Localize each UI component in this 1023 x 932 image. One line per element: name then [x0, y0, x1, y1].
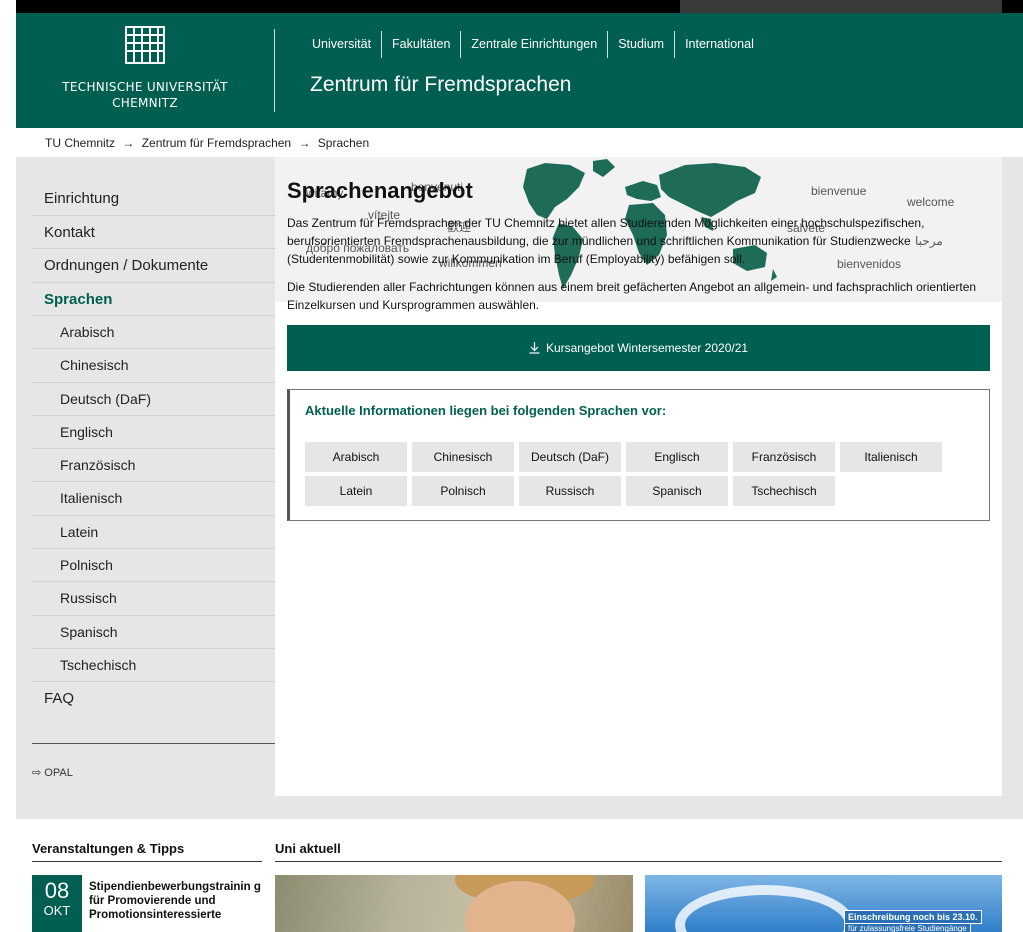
language-button-latein[interactable]: Latein: [305, 476, 407, 506]
sidebar-item-kontakt[interactable]: Kontakt: [32, 216, 275, 249]
breadcrumb-tu-chemnitz[interactable]: TU Chemnitz: [45, 136, 115, 150]
sidebar-divider: [32, 743, 275, 744]
language-button-russisch[interactable]: Russisch: [519, 476, 621, 506]
language-grid: Arabisch Chinesisch Deutsch (DaF) Englis…: [305, 442, 942, 506]
event-month: OKT: [43, 903, 71, 918]
sidebar-sub-latein[interactable]: Latein: [32, 516, 275, 550]
info-title: Aktuelle Informationen liegen bei folgen…: [305, 403, 667, 418]
logo-line2: CHEMNITZ: [112, 96, 178, 110]
search-bar[interactable]: [680, 0, 1002, 13]
nav-universitaet[interactable]: Universität: [302, 31, 383, 58]
sidebar-item-faq[interactable]: FAQ: [32, 682, 275, 716]
opal-link[interactable]: ⇨ OPAL: [32, 766, 73, 779]
news-heading: Uni aktuell: [275, 841, 341, 856]
intro-paragraph: Das Zentrum für Fremdsprachen der TU Che…: [287, 216, 925, 266]
breadcrumb-sprachen[interactable]: Sprachen: [318, 136, 369, 150]
sidebar-nav: Einrichtung Kontakt Ordnungen / Dokument…: [32, 182, 275, 716]
language-button-deutsch[interactable]: Deutsch (DaF): [519, 442, 621, 472]
news-image-1[interactable]: [275, 875, 633, 932]
events-heading: Veranstaltungen & Tipps: [32, 841, 185, 856]
external-link-icon: ⇨: [32, 767, 42, 779]
language-button-spanisch[interactable]: Spanisch: [626, 476, 728, 506]
sidebar-sub-polnisch[interactable]: Polnisch: [32, 549, 275, 583]
top-strip: [16, 0, 1023, 13]
nav-zentrale-einrichtungen[interactable]: Zentrale Einrichtungen: [461, 31, 609, 58]
events-heading-rule: [32, 861, 262, 862]
language-button-franzoesisch[interactable]: Französisch: [733, 442, 835, 472]
breadcrumb-arrow: →: [298, 136, 311, 150]
sidebar-item-sprachen[interactable]: Sprachen: [32, 283, 275, 316]
news-image-2[interactable]: Einschreibung noch bis 23.10. für zulass…: [645, 875, 1002, 932]
opal-label: OPAL: [44, 767, 73, 779]
welcome-word: welcome: [907, 195, 955, 209]
sidebar-item-ordnungen[interactable]: Ordnungen / Dokumente: [32, 249, 275, 283]
language-button-englisch[interactable]: Englisch: [626, 442, 728, 472]
breadcrumb: TU Chemnitz → Zentrum für Fremdsprachen …: [45, 136, 373, 150]
page-title: Sprachenangebot: [287, 178, 473, 203]
language-button-arabisch[interactable]: Arabisch: [305, 442, 407, 472]
event-day: 08: [44, 878, 70, 903]
language-button-tschechisch[interactable]: Tschechisch: [733, 476, 835, 506]
download-label: Kursangebot Wintersemester 2020/21: [545, 341, 749, 355]
sidebar-sub-chinesisch[interactable]: Chinesisch: [32, 349, 275, 383]
site-title[interactable]: Zentrum für Fremdsprachen: [310, 73, 571, 97]
download-kursangebot-button[interactable]: Kursangebot Wintersemester 2020/21: [287, 325, 990, 371]
header-divider: [274, 29, 275, 112]
download-icon: [529, 342, 540, 354]
header: TECHNISCHE UNIVERSITÄT CHEMNITZ Universi…: [16, 13, 1023, 128]
tu-logo[interactable]: TECHNISCHE UNIVERSITÄT CHEMNITZ: [16, 13, 274, 128]
sidebar-item-einrichtung[interactable]: Einrichtung: [32, 182, 275, 216]
event-item[interactable]: 08 OKT Stipendienbewerbungstrainin g für…: [32, 875, 262, 932]
nav-international[interactable]: International: [675, 31, 764, 58]
course-paragraph: Die Studierenden aller Fachrichtungen kö…: [287, 280, 977, 312]
sidebar-sub-spanisch[interactable]: Spanisch: [32, 616, 275, 649]
sidebar-sub-franzoesisch[interactable]: Französisch: [32, 449, 275, 483]
breadcrumb-arrow: →: [122, 136, 135, 150]
language-button-chinesisch[interactable]: Chinesisch: [412, 442, 514, 472]
nav-fakultaeten[interactable]: Fakultäten: [382, 31, 462, 58]
sidebar-sub-russisch[interactable]: Russisch: [32, 582, 275, 616]
event-date-badge: 08 OKT: [32, 875, 82, 932]
news-badge: Einschreibung noch bis 23.10.: [844, 910, 982, 924]
sidebar-sub-italienisch[interactable]: Italienisch: [32, 482, 275, 516]
sidebar-sub-arabisch[interactable]: Arabisch: [32, 316, 275, 350]
language-button-italienisch[interactable]: Italienisch: [840, 442, 942, 472]
event-title: Stipendienbewerbungstrainin g für Promov…: [89, 881, 261, 921]
news-heading-rule: [275, 861, 1002, 862]
breadcrumb-zentrum[interactable]: Zentrum für Fremdsprachen: [142, 136, 291, 150]
nav-studium[interactable]: Studium: [608, 31, 676, 58]
news-badge-sub: für zulassungsfreie Studiengänge: [844, 923, 971, 932]
sidebar-sub-englisch[interactable]: Englisch: [32, 416, 275, 450]
sidebar-sub-tschechisch[interactable]: Tschechisch: [32, 649, 275, 683]
logo-line1: TECHNISCHE UNIVERSITÄT: [62, 80, 228, 94]
news-graphic-swirl: [675, 885, 855, 932]
welcome-word: bienvenue: [811, 184, 867, 198]
main-nav: Universität Fakultäten Zentrale Einricht…: [302, 31, 764, 58]
sidebar-sub-deutsch[interactable]: Deutsch (DaF): [32, 383, 275, 416]
university-building-icon: [125, 26, 165, 64]
language-button-polnisch[interactable]: Polnisch: [412, 476, 514, 506]
language-info-box: Aktuelle Informationen liegen bei folgen…: [287, 389, 990, 521]
